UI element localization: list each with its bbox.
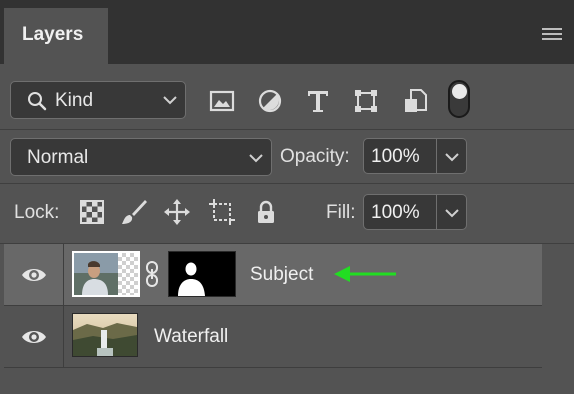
lock-label: Lock: <box>14 202 60 223</box>
fill-dropdown-button[interactable] <box>437 194 467 230</box>
panel-tab-bar: Layers <box>0 0 574 64</box>
blend-mode-value: Normal <box>27 147 89 168</box>
lock-artboard-icon[interactable] <box>208 198 236 226</box>
image-filter-icon[interactable] <box>209 88 235 114</box>
lock-position-icon[interactable] <box>163 198 191 226</box>
annotation-arrow-icon <box>334 266 396 282</box>
opacity-dropdown-button[interactable] <box>437 138 467 174</box>
lock-transparent-pixels-icon[interactable] <box>78 198 106 226</box>
chevron-down-icon <box>249 154 263 163</box>
search-icon <box>28 92 47 111</box>
chevron-down-icon <box>163 96 177 105</box>
fill-input[interactable]: 100% <box>363 194 437 230</box>
adjustment-filter-icon[interactable] <box>257 88 283 114</box>
layer-thumbnail[interactable] <box>72 313 138 357</box>
visibility-toggle[interactable] <box>4 306 64 368</box>
filter-toggle[interactable] <box>448 80 470 118</box>
kind-filter-label: Kind <box>55 90 94 111</box>
chevron-down-icon <box>445 153 459 162</box>
filter-row: Kind <box>0 64 574 130</box>
layer-row-waterfall[interactable]: Waterfall <box>4 306 542 368</box>
tab-layers[interactable]: Layers <box>4 8 108 64</box>
mask-link-icon[interactable] <box>145 261 159 287</box>
visibility-toggle[interactable] <box>4 244 64 306</box>
layer-name-subject: Subject <box>250 264 314 285</box>
scrollbar-area[interactable] <box>542 244 574 394</box>
opacity-label: Opacity: <box>280 146 350 167</box>
layer-name-waterfall: Waterfall <box>154 326 229 347</box>
empty-layer-area <box>0 368 542 394</box>
kind-filter-select[interactable]: Kind <box>10 81 186 119</box>
shape-filter-icon[interactable] <box>353 88 379 114</box>
eye-icon <box>22 269 46 281</box>
type-filter-icon[interactable] <box>305 88 331 114</box>
eye-icon <box>22 331 46 343</box>
layers-list: Subject Waterfall <box>4 244 542 368</box>
lock-image-pixels-icon[interactable] <box>120 198 148 226</box>
blend-mode-select[interactable]: Normal <box>10 138 272 176</box>
chevron-down-icon <box>445 209 459 218</box>
layer-thumbnail[interactable] <box>72 251 140 297</box>
hamburger-icon[interactable] <box>542 28 562 42</box>
smart-object-filter-icon[interactable] <box>402 88 428 114</box>
lock-all-icon[interactable] <box>252 198 280 226</box>
layer-row-subject[interactable]: Subject <box>4 244 542 306</box>
layer-mask-thumbnail[interactable] <box>168 251 236 297</box>
opacity-input[interactable]: 100% <box>363 138 437 174</box>
fill-label: Fill: <box>326 202 356 223</box>
